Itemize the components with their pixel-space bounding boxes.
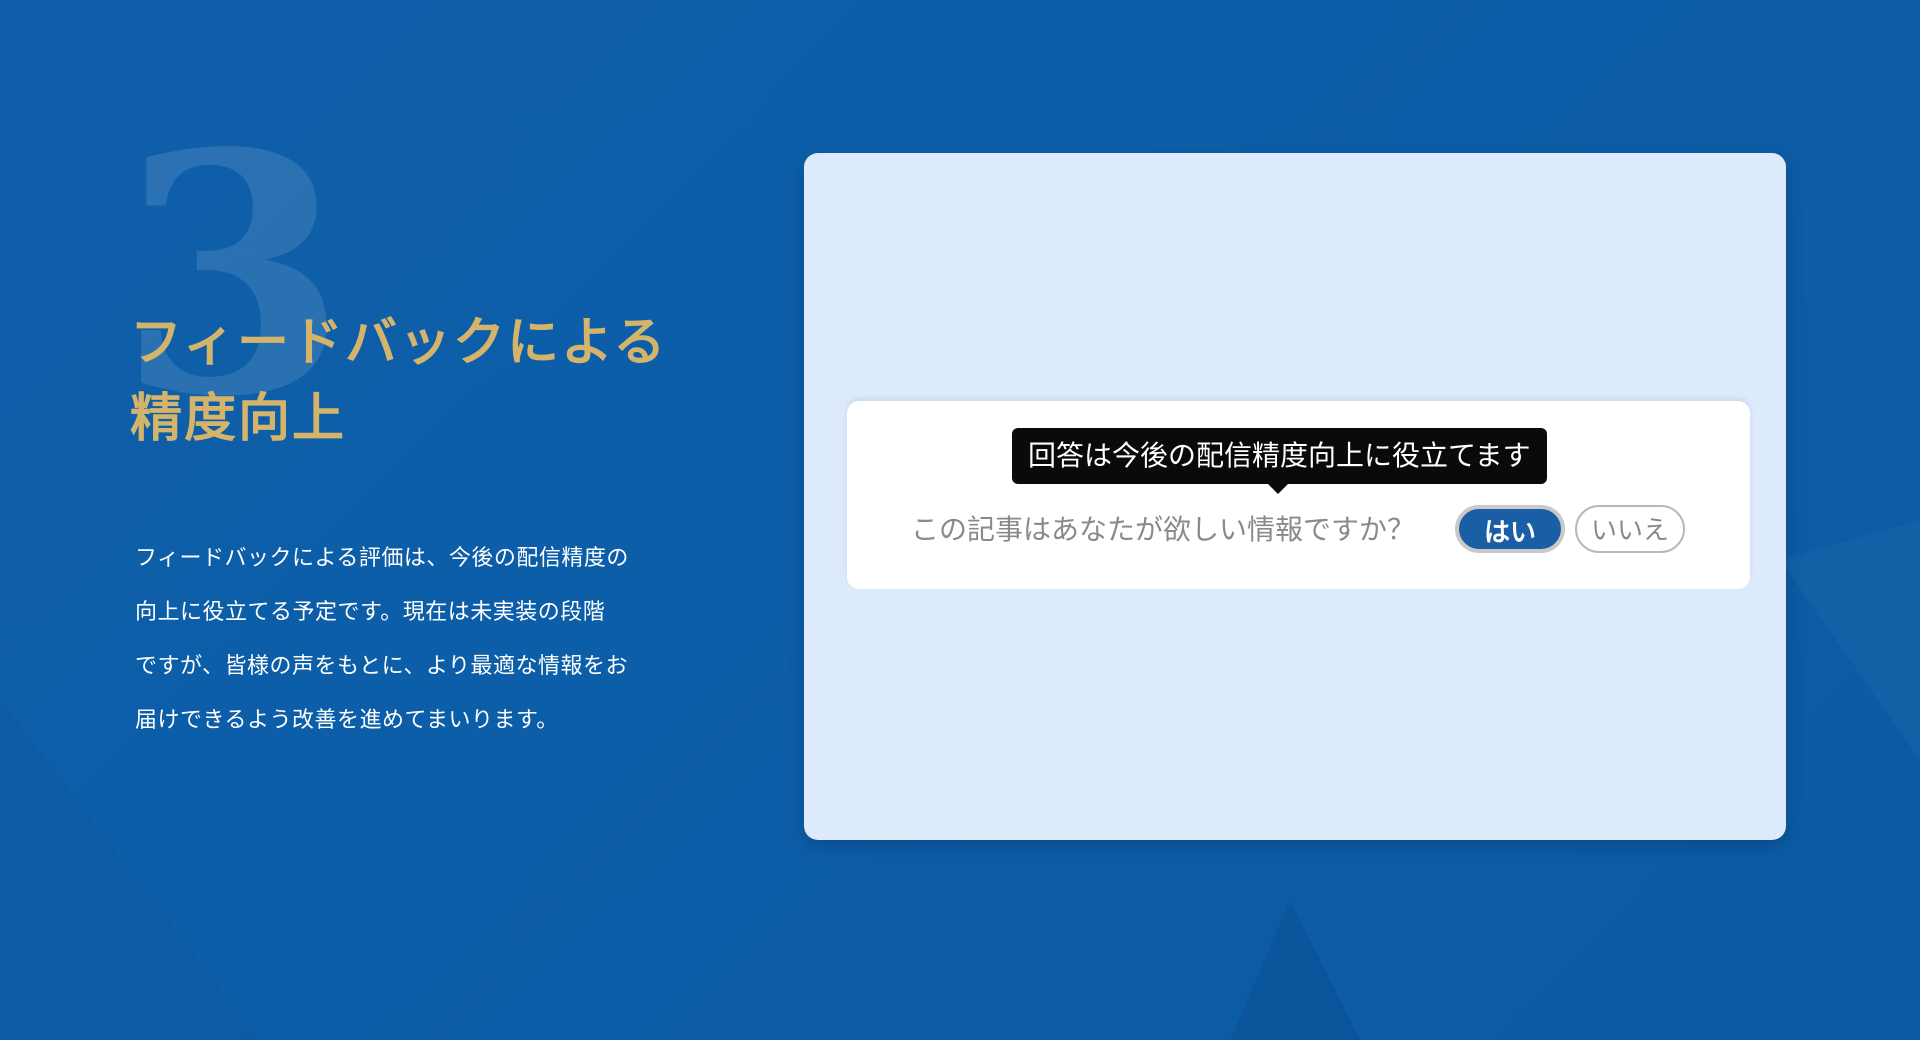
section-heading: フィードバックによる 精度向上 <box>130 305 730 457</box>
demo-panel: 回答は今後の配信精度向上に役立てます この記事はあなたが欲しい情報ですか？ はい… <box>804 153 1786 840</box>
section-description: フィードバックによる評価は、今後の配信精度の 向上に役立てる予定です。現在は未実… <box>135 532 695 748</box>
feedback-tooltip: 回答は今後の配信精度向上に役立てます <box>1012 428 1547 484</box>
description-line: 向上に役立てる予定です。現在は未実装の段階 <box>135 600 606 625</box>
heading-line-1: フィードバックによる <box>130 313 668 373</box>
no-button[interactable]: いいえ <box>1575 505 1685 553</box>
description-line: ですが、皆様の声をもとに、より最適な情報をお <box>135 654 629 679</box>
heading-line-2: 精度向上 <box>130 389 347 449</box>
description-line: 届けできるよう改善を進めてまいります。 <box>135 708 559 733</box>
feedback-question: この記事はあなたが欲しい情報ですか？ <box>911 513 1416 546</box>
description-line: フィードバックによる評価は、今後の配信精度の <box>135 546 629 571</box>
yes-button[interactable]: はい <box>1455 505 1565 553</box>
feedback-widget: 回答は今後の配信精度向上に役立てます この記事はあなたが欲しい情報ですか？ はい… <box>847 401 1750 589</box>
tooltip-arrow-icon <box>1268 484 1288 494</box>
